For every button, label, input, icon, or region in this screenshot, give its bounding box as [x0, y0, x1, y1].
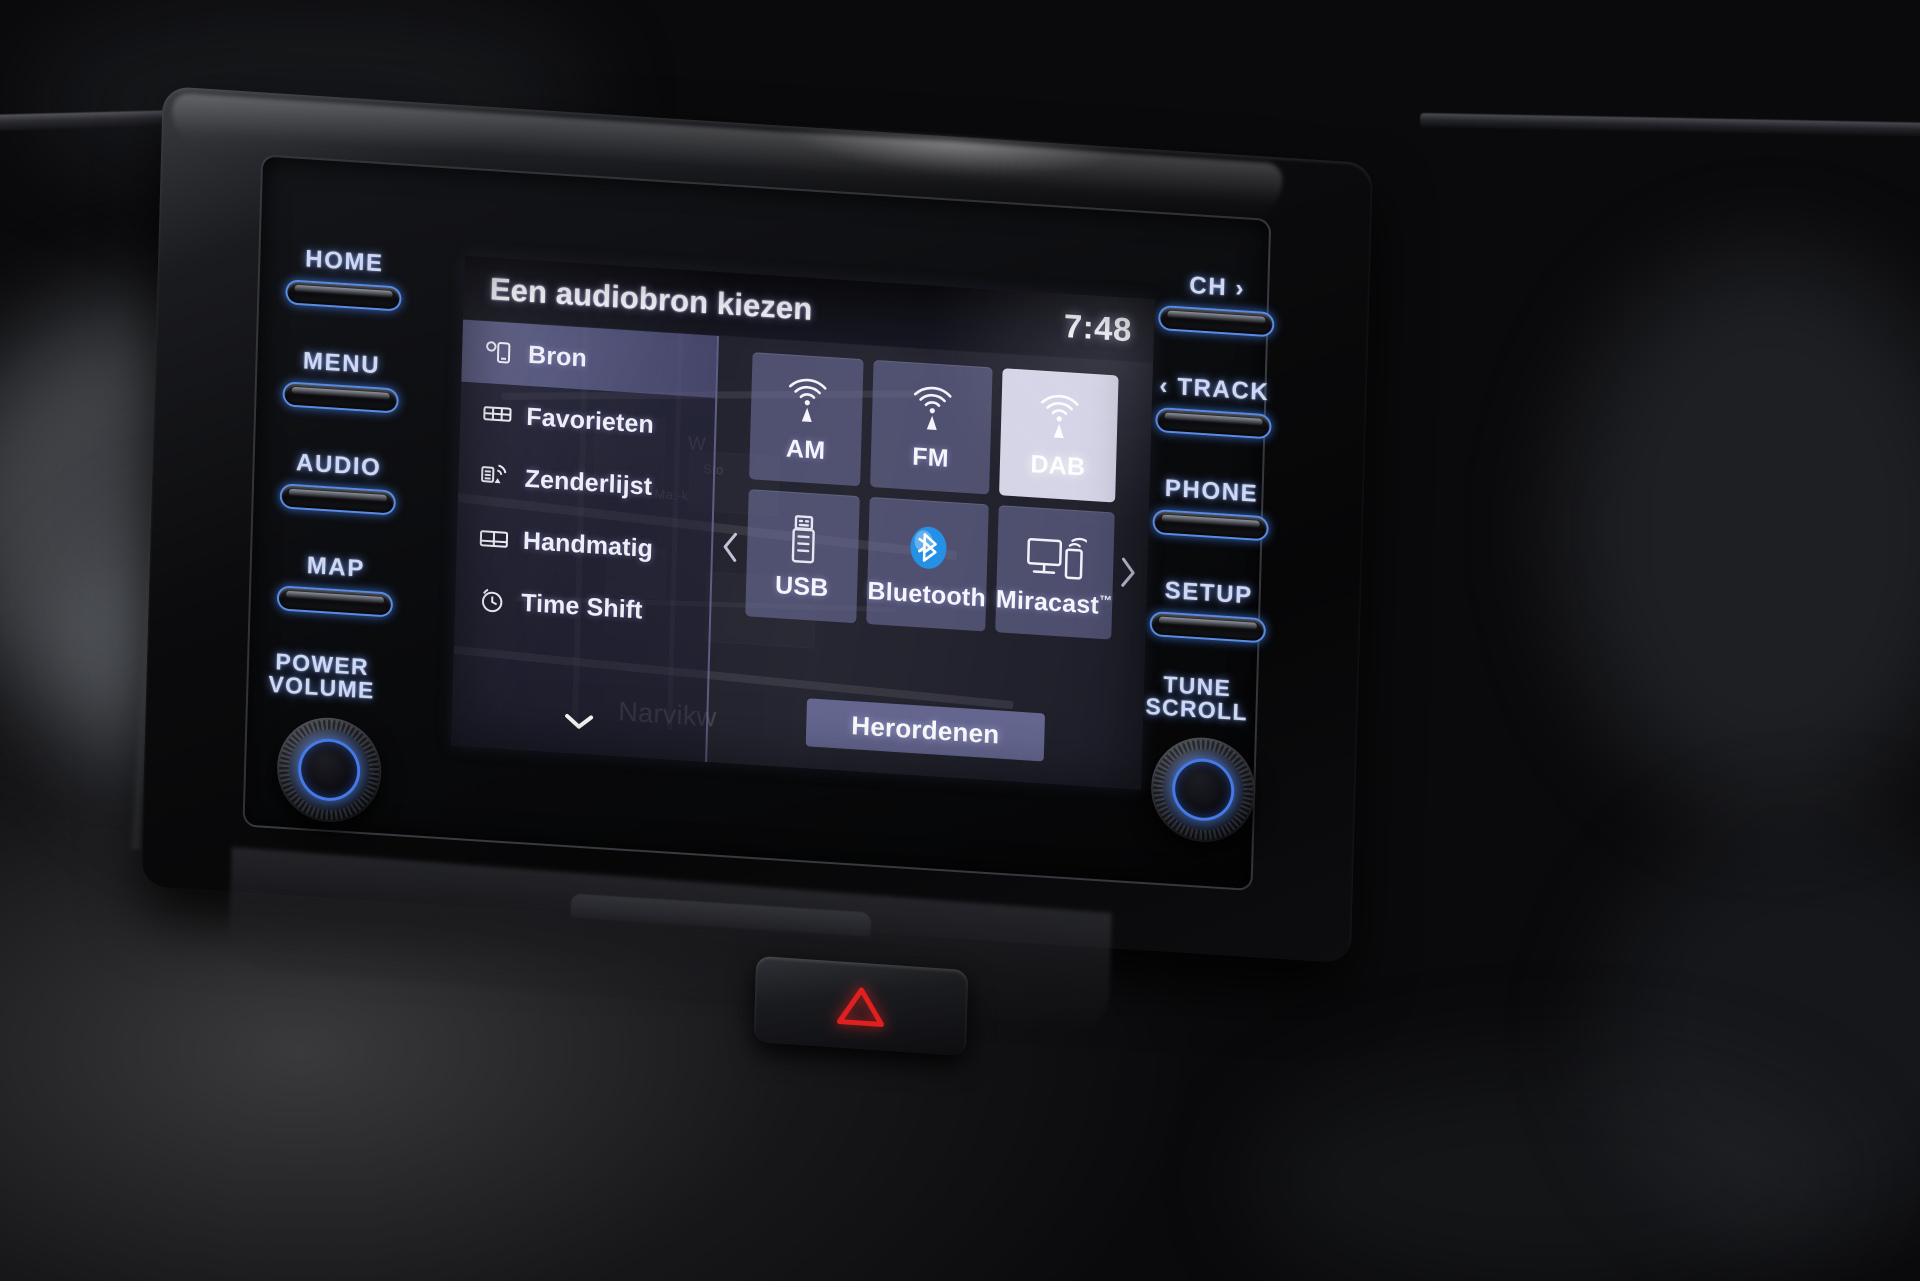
- tune-scroll-label-group: TUNE SCROLL: [1145, 671, 1249, 726]
- source-tile-label: DAB: [1030, 450, 1086, 482]
- reorder-button[interactable]: Herordenen: [805, 698, 1046, 762]
- source-tile-label: Miracast™: [995, 585, 1113, 621]
- home-button[interactable]: HOME: [285, 244, 403, 312]
- source-tile-fm[interactable]: FM: [870, 359, 993, 495]
- setup-button[interactable]: SETUP: [1149, 576, 1267, 644]
- power-volume-label-group: POWER VOLUME: [268, 648, 376, 704]
- side-menu: Bron Favorieten Zenderlijst Handmatig Ti…: [451, 319, 720, 762]
- knob-texture: [1151, 736, 1255, 843]
- source-tile-am[interactable]: AM: [749, 352, 864, 487]
- track-prev-button-label: ‹ TRACK: [1159, 372, 1270, 407]
- source-tile-label: Bluetooth: [867, 576, 987, 613]
- clock: 7:48: [1063, 306, 1133, 348]
- dashboard-highlight: [1560, 250, 1920, 810]
- source-phone-icon: [484, 338, 515, 368]
- menu-button[interactable]: MENU: [282, 346, 400, 414]
- source-tiles-area: AM FM DAB USB Bluetooth Miracast™ Herord…: [707, 336, 1153, 790]
- source-tile-miracast[interactable]: Miracast™: [994, 505, 1115, 640]
- source-tile-dab[interactable]: DAB: [998, 368, 1119, 503]
- dashboard-highlight: [1250, 1060, 1850, 1281]
- source-tile-bluetooth[interactable]: Bluetooth: [866, 496, 989, 632]
- source-tile-grid: AM FM DAB USB Bluetooth Miracast™: [745, 352, 1119, 640]
- dashboard-trim: [1419, 113, 1920, 137]
- favorites-grid-icon: [482, 400, 513, 430]
- home-button-label: HOME: [304, 245, 385, 278]
- source-tile-usb[interactable]: USB: [745, 489, 861, 624]
- menu-button-label: MENU: [302, 347, 381, 380]
- dashboard-highlight: [1600, 820, 1920, 1240]
- head-unit: HOME MENU AUDIO MAP POWER VOLUME CH › ‹ …: [140, 86, 1374, 964]
- miracast-cast-icon: [1024, 525, 1088, 585]
- page-title: Een audiobron kiezen: [489, 270, 813, 327]
- trademark-mark: ™: [1098, 592, 1113, 609]
- map-button-label: MAP: [306, 552, 366, 583]
- radio-antenna-icon: [899, 380, 965, 440]
- clock-icon: [477, 586, 508, 616]
- sidebar-item-label: Time Shift: [520, 588, 643, 625]
- chevron-down-icon: [565, 713, 594, 729]
- hazard-light-button[interactable]: [753, 955, 969, 1057]
- sidebar-item-label: Handmatig: [522, 526, 654, 563]
- dashboard-scene: HOME MENU AUDIO MAP POWER VOLUME CH › ‹ …: [0, 0, 1920, 1281]
- audio-button[interactable]: AUDIO: [279, 448, 397, 516]
- knob-texture: [277, 716, 381, 824]
- sidebar-item-label: Zenderlijst: [524, 464, 653, 501]
- phone-button-label: PHONE: [1164, 474, 1259, 508]
- radio-antenna-icon: [774, 372, 840, 432]
- channel-up-button[interactable]: CH ›: [1157, 270, 1276, 338]
- channel-up-button-label: CH ›: [1189, 271, 1246, 303]
- radio-antenna-icon: [1026, 388, 1092, 448]
- map-button[interactable]: MAP: [276, 550, 395, 618]
- phone-button[interactable]: PHONE: [1152, 474, 1270, 542]
- sidebar-item-label: Bron: [527, 340, 588, 373]
- source-tile-label: AM: [785, 434, 826, 465]
- track-prev-button[interactable]: ‹ TRACK: [1155, 372, 1273, 440]
- sidebar-scroll-down-button[interactable]: [452, 704, 707, 740]
- bluetooth-icon: [900, 517, 956, 576]
- usb-stick-icon: [780, 509, 826, 568]
- station-list-icon: [480, 462, 511, 492]
- source-tile-label: USB: [774, 570, 829, 603]
- next-page-button[interactable]: [1116, 555, 1139, 596]
- hazard-triangle-icon: [836, 987, 884, 1027]
- setup-button-label: SETUP: [1164, 576, 1254, 610]
- chevron-left-icon: [723, 532, 737, 562]
- prev-page-button[interactable]: [718, 529, 741, 570]
- touchscreen-display[interactable]: Sto Ma:-k W Narvikw Een audiobron kiezen…: [451, 255, 1155, 790]
- audio-button-label: AUDIO: [295, 449, 382, 482]
- manual-tuning-icon: [479, 524, 510, 554]
- sidebar-item-label: Favorieten: [526, 402, 655, 439]
- source-tile-label-text: Miracast: [995, 585, 1100, 620]
- chevron-right-icon: [1121, 557, 1135, 587]
- source-tile-label: FM: [911, 442, 950, 473]
